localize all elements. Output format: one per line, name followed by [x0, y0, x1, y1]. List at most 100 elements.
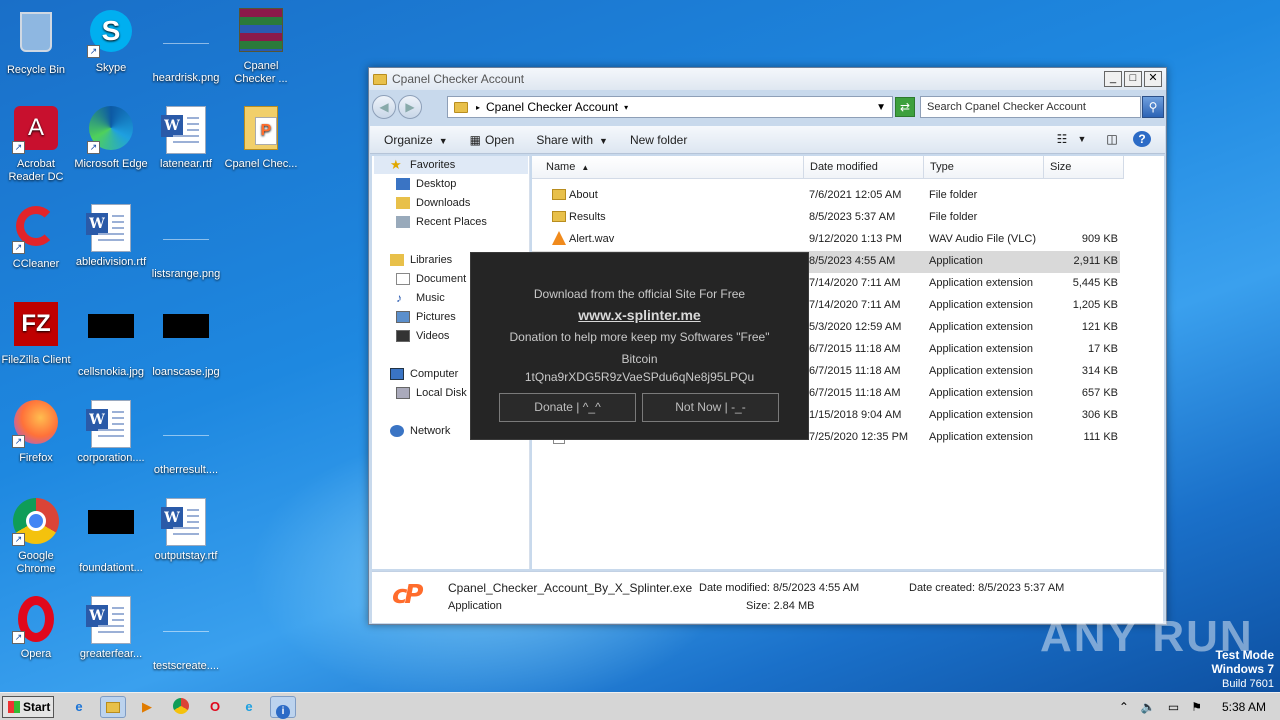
nav-documents[interactable]: Document [396, 273, 466, 285]
desktop-icon-greaterfear[interactable]: W greaterfear... [73, 596, 149, 661]
desktop-icon-firefox[interactable]: ↗ Firefox [0, 400, 74, 465]
opera-taskbar-icon[interactable]: O [202, 696, 228, 718]
edge-taskbar-icon[interactable]: e [236, 696, 262, 718]
internet-explorer-icon[interactable]: e [66, 696, 92, 718]
word-doc-icon: W [86, 400, 135, 448]
nav-desktop[interactable]: Desktop [396, 178, 456, 190]
folder-icon [454, 101, 468, 113]
shortcut-arrow-icon: ↗ [12, 631, 25, 644]
minimize-button[interactable]: _ [1104, 71, 1122, 87]
popup-url-link[interactable]: www.x-splinter.me [471, 307, 808, 323]
desktop-icon-acrobat[interactable]: A ↗ Acrobat Reader DC [0, 106, 74, 184]
desktop-icon-filezilla[interactable]: FZ FileZilla Client [0, 302, 74, 367]
view-icon[interactable]: ☷ [1053, 131, 1071, 147]
image-thumbnail-icon [162, 412, 210, 460]
network-tray-icon[interactable]: ▭ [1168, 700, 1179, 714]
nav-computer[interactable]: Computer [390, 368, 458, 380]
desktop-icon-otherresult[interactable]: otherresult.... [148, 400, 224, 477]
nav-music[interactable]: ♪ Music [396, 292, 445, 304]
maximize-button[interactable]: □ [1124, 71, 1142, 87]
desktop-icon-edge[interactable]: ↗ Microsoft Edge [73, 106, 149, 171]
shortcut-arrow-icon: ↗ [87, 141, 100, 154]
volume-icon[interactable]: 🔈 [1141, 700, 1156, 714]
chrome-icon: ↗ [12, 498, 60, 546]
breadcrumb-arrow-icon[interactable]: ▸ [476, 103, 480, 112]
image-thumbnail-icon [87, 510, 135, 558]
chevron-down-icon: ▼ [599, 135, 608, 146]
desktop-icon-listsrange[interactable]: listsrange.png [148, 204, 224, 281]
details-date-modified: Date modified: 8/5/2023 4:55 AM [699, 582, 860, 594]
nav-network[interactable]: Network [390, 425, 450, 437]
edge-icon: ↗ [87, 106, 135, 154]
file-row[interactable]: Alert.wav 9/12/2020 1:13 PM WAV Audio File… [532, 229, 1120, 251]
folder-icon [552, 189, 566, 200]
desktop-icon-skype[interactable]: S ↗ Skype [73, 8, 149, 75]
desktop-icon-recycle-bin[interactable]: Recycle Bin [0, 8, 74, 77]
vlc-icon [552, 231, 566, 245]
address-dropdown-icon[interactable]: ▼ [876, 102, 886, 113]
tray-expand-icon[interactable]: ⌃ [1119, 700, 1129, 714]
breadcrumb[interactable]: Cpanel Checker Account [486, 100, 618, 114]
not-now-button[interactable]: Not Now | -_- [642, 393, 779, 422]
clock[interactable]: 5:38 AM [1222, 700, 1266, 714]
file-explorer-taskbar-icon[interactable] [100, 696, 126, 718]
nav-favorites[interactable]: ★ Favorites [390, 157, 455, 172]
info-app-taskbar-icon[interactable]: i [270, 696, 296, 719]
organize-button[interactable]: Organize ▼ [384, 133, 448, 147]
desktop-icon-ccleaner[interactable]: ↗ CCleaner [0, 204, 74, 271]
search-input[interactable]: Search Cpanel Checker Account [920, 96, 1141, 118]
desktop-icon-heardrisk[interactable]: heardrisk.png [148, 8, 224, 85]
close-button[interactable]: ✕ [1144, 71, 1162, 87]
desktop-icon-chrome[interactable]: ↗ Google Chrome [0, 498, 74, 576]
help-icon[interactable]: ? [1133, 131, 1151, 147]
desktop-icon-outputstay[interactable]: W outputstay.rtf [148, 498, 224, 563]
nav-pictures[interactable]: Pictures [396, 311, 456, 323]
desktop-icon-winrar-archive[interactable]: Cpanel Checker ... [223, 8, 299, 86]
chevron-down-icon[interactable]: ▼ [1073, 131, 1091, 147]
ccleaner-icon: ↗ [12, 206, 60, 254]
desktop-icon-corporation[interactable]: W corporation.... [73, 400, 149, 465]
back-button[interactable]: ◀ [372, 95, 396, 119]
desktop-icon-latenear[interactable]: W latenear.rtf [148, 106, 224, 171]
donate-button[interactable]: Donate | ^_^ [499, 393, 636, 422]
desktop-icon-testscreate[interactable]: testscreate.... [148, 596, 224, 673]
column-header-name[interactable]: Name ▲ [532, 156, 804, 179]
new-folder-button[interactable]: New folder [630, 133, 687, 147]
column-header-type[interactable]: Type [924, 156, 1044, 179]
start-button[interactable]: Start [2, 696, 54, 718]
nav-libraries[interactable]: Libraries [390, 254, 452, 266]
acrobat-icon: A ↗ [12, 106, 60, 154]
file-row[interactable]: About 7/6/2021 12:05 AM File folder [532, 185, 1120, 207]
title-bar[interactable]: Cpanel Checker Account _ □ ✕ [369, 68, 1166, 90]
refresh-button[interactable]: ⇄ [895, 97, 915, 117]
nav-local-disk[interactable]: Local Disk [396, 387, 467, 399]
desktop-icon-foundation[interactable]: foundationt... [73, 498, 149, 575]
address-bar[interactable]: ▸ Cpanel Checker Account ▾ ▼ [447, 96, 893, 118]
action-center-flag-icon[interactable]: ⚑ [1191, 700, 1202, 714]
share-with-button[interactable]: Share with ▼ [536, 133, 608, 147]
desktop-icon-cellsnokia[interactable]: cellsnokia.jpg [73, 302, 149, 379]
nav-videos[interactable]: Videos [396, 330, 449, 342]
chevron-down-icon[interactable]: ▾ [624, 103, 628, 112]
open-button[interactable]: ▦ Open [470, 133, 515, 147]
desktop-icon-cpanel-folder[interactable]: P Cpanel Chec... [223, 106, 299, 171]
star-icon: ★ [390, 157, 402, 172]
nav-recent-places[interactable]: Recent Places [396, 216, 487, 228]
network-icon [390, 425, 404, 437]
recent-places-icon [396, 216, 410, 228]
file-row[interactable]: Results 8/5/2023 5:37 AM File folder [532, 207, 1120, 229]
column-header-size[interactable]: Size [1044, 156, 1124, 179]
preview-pane-icon[interactable]: ◫ [1103, 131, 1121, 147]
view-controls: ☷ ▼ ◫ ? [1041, 131, 1151, 147]
column-header-date[interactable]: Date modified [804, 156, 924, 179]
desktop-icon-opera[interactable]: ↗ Opera [0, 596, 74, 661]
desktop-icon-loanscase[interactable]: loanscase.jpg [148, 302, 224, 379]
chrome-taskbar-icon[interactable] [168, 696, 194, 718]
desktop-icon-abledivision[interactable]: W abledivision.rtf [73, 204, 149, 269]
media-player-icon[interactable]: ▶ [134, 696, 160, 718]
word-doc-icon: W [161, 498, 210, 546]
forward-button[interactable]: ▶ [398, 95, 422, 119]
search-icon[interactable]: ⚲ [1142, 96, 1164, 118]
filezilla-icon: FZ [12, 302, 60, 350]
nav-downloads[interactable]: Downloads [396, 197, 470, 209]
